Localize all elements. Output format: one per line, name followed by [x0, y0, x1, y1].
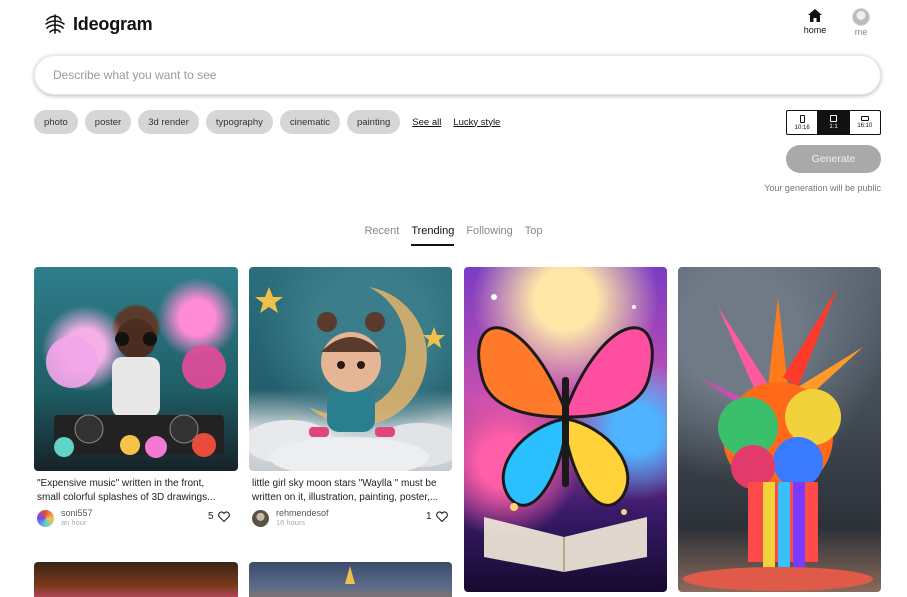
aspect-option-16-10[interactable]: 16:10: [848, 111, 880, 134]
aspect-ratio-selector: 10:16 1:1 16:10: [786, 110, 881, 135]
nav-me-label: me: [854, 27, 868, 37]
avatar: [37, 509, 54, 527]
chip-3d-render[interactable]: 3d render: [138, 110, 199, 134]
heart-icon: [217, 511, 230, 522]
nav-me[interactable]: me: [845, 8, 877, 37]
brand-name: Ideogram: [73, 13, 153, 34]
card-caption: "Expensive music" written in the front, …: [37, 477, 237, 505]
see-all-link[interactable]: See all: [412, 117, 441, 128]
butterfly-illustration: [477, 294, 654, 572]
square-ratio-icon: [829, 115, 837, 122]
gallery-image-dj[interactable]: [34, 267, 238, 471]
gallery-image-partial[interactable]: [34, 562, 238, 597]
prompt-box: [34, 55, 881, 95]
brand-logo[interactable]: Ideogram: [43, 12, 153, 36]
avatar: [252, 509, 269, 527]
card-author[interactable]: soni557 an hour: [37, 508, 93, 528]
generate-button[interactable]: Generate: [786, 145, 881, 173]
dj-illustration: [46, 319, 226, 458]
author-name: soni557: [61, 508, 93, 518]
portrait-ratio-icon: [799, 114, 805, 123]
ideogram-logo-icon: [45, 14, 65, 34]
heart-icon: [435, 511, 448, 522]
author-name: rehmendesof: [276, 508, 329, 518]
caption-line: small colorful splashes of 3D drawings..…: [37, 492, 216, 503]
aspect-option-label: 1:1: [829, 124, 838, 130]
card-caption: little girl sky moon stars "Waylla " mus…: [252, 477, 452, 505]
like-button[interactable]: 5: [208, 511, 230, 522]
gallery-image-girl-moon[interactable]: [249, 267, 452, 471]
tab-top[interactable]: Top: [525, 225, 543, 246]
chip-typography[interactable]: typography: [205, 110, 273, 134]
girl-moon-illustration: [249, 287, 452, 471]
public-note: Your generation will be public: [764, 183, 881, 193]
nav-home[interactable]: home: [799, 9, 831, 35]
avatar: [852, 8, 870, 26]
nav-home-label: home: [803, 25, 827, 35]
aspect-option-1-1[interactable]: 1:1: [817, 111, 849, 134]
tab-following[interactable]: Following: [466, 225, 512, 246]
crown-illustration: [345, 566, 355, 584]
like-count: 5: [208, 511, 214, 522]
caption-line: written on it, illustration, painting, p…: [252, 492, 439, 503]
aspect-option-10-16[interactable]: 10:16: [787, 111, 817, 134]
gallery-image-color-splash[interactable]: [678, 267, 881, 592]
caption-line: "Expensive music" written in the front,: [37, 478, 205, 489]
caption-line: little girl sky moon stars "Waylla " mus…: [252, 478, 437, 489]
home-icon: [808, 9, 822, 22]
gallery-image-butterfly[interactable]: [464, 267, 667, 592]
aspect-option-label: 10:16: [794, 124, 810, 131]
feed-tabs: Recent Trending Following Top: [0, 225, 907, 246]
landscape-ratio-icon: [860, 116, 869, 121]
like-count: 1: [426, 511, 432, 522]
card-author[interactable]: rehmendesof 16 hours: [252, 508, 329, 528]
tab-recent[interactable]: Recent: [364, 225, 399, 246]
aspect-option-label: 16:10: [857, 123, 873, 129]
lucky-style-link[interactable]: Lucky style: [453, 117, 500, 128]
chip-painting[interactable]: painting: [347, 110, 401, 134]
chip-photo[interactable]: photo: [34, 110, 78, 134]
like-button[interactable]: 1: [426, 511, 448, 522]
chip-cinematic[interactable]: cinematic: [279, 110, 340, 134]
tab-trending[interactable]: Trending: [411, 225, 455, 246]
color-splash-illustration: [683, 287, 873, 591]
post-time: an hour: [61, 518, 87, 527]
post-time: 16 hours: [276, 518, 306, 527]
style-chips: photo poster 3d render typography cinema…: [34, 110, 500, 134]
prompt-input[interactable]: [35, 56, 880, 94]
gallery-image-partial[interactable]: [249, 562, 452, 597]
chip-poster[interactable]: poster: [84, 110, 132, 134]
